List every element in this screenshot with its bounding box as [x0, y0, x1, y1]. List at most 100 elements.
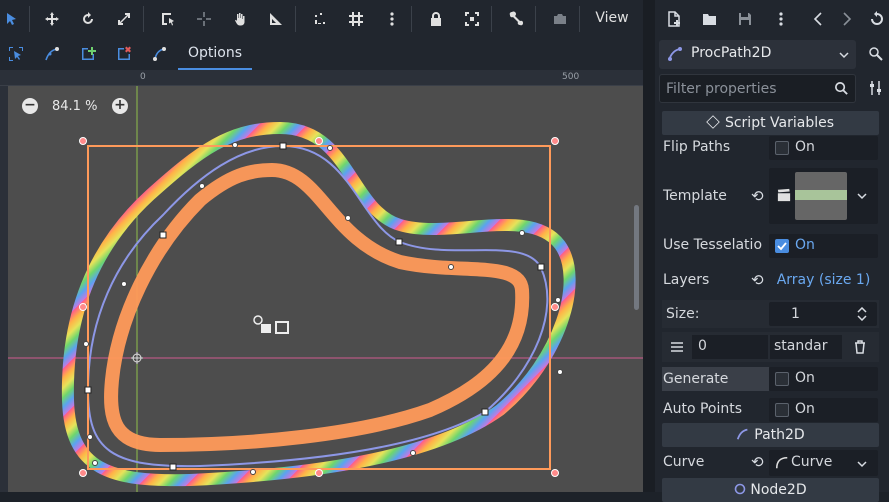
grid-snap-icon[interactable]	[344, 7, 368, 31]
prop-label-use-tesselation: Use Tesselatio	[663, 237, 763, 253]
control-points-icon[interactable]	[40, 42, 64, 66]
index-value: 0	[698, 338, 707, 354]
checkbox-label: On	[795, 370, 815, 386]
checkbox-label: On	[795, 401, 815, 417]
revert-icon[interactable]: ⟲	[751, 453, 764, 471]
orange-path	[104, 162, 530, 453]
size-spinbox[interactable]: 1	[769, 302, 877, 326]
section-path2d[interactable]: Path2D	[662, 423, 879, 447]
drag-handle-icon[interactable]	[670, 340, 684, 354]
prop-label-generate: Generate	[663, 371, 729, 387]
viewport-scrollbar[interactable]	[634, 205, 639, 310]
delete-point-icon[interactable]	[112, 42, 136, 66]
layer-resource-picker[interactable]: standar	[770, 335, 842, 359]
open-folder-icon[interactable]	[700, 9, 720, 29]
rotate-icon[interactable]	[76, 7, 100, 31]
zoom-out-button[interactable]: −	[22, 98, 38, 114]
flip-paths-checkbox[interactable]: On	[769, 136, 878, 160]
revert-icon[interactable]: ⟲	[751, 187, 764, 205]
add-point-icon[interactable]	[76, 42, 100, 66]
scale-icon[interactable]	[112, 7, 136, 31]
template-resource-picker[interactable]	[769, 168, 878, 224]
layers-array-button[interactable]: Array (size 1)	[769, 266, 878, 294]
inspector-options-icon[interactable]	[866, 78, 886, 98]
chevron-down-icon	[839, 52, 849, 59]
horizontal-ruler[interactable]: 0 500	[0, 70, 643, 86]
save-icon[interactable]	[735, 9, 755, 29]
move-icon[interactable]	[40, 7, 64, 31]
chevron-down-icon	[857, 461, 867, 468]
camera-icon[interactable]	[548, 7, 572, 31]
curve-icon	[775, 456, 788, 469]
pivot-icon[interactable]	[192, 7, 216, 31]
element-index[interactable]: 0	[692, 335, 768, 359]
history-forward-icon[interactable]	[836, 9, 856, 29]
property-list: Script Variables Flip Paths On Template …	[655, 108, 889, 502]
view-menu[interactable]: View	[587, 0, 637, 37]
ruler-icon[interactable]	[264, 7, 288, 31]
zoom-in-button[interactable]: +	[112, 98, 128, 114]
separator	[411, 6, 412, 32]
options-tab[interactable]: Options	[178, 37, 252, 70]
procpath-node-icon	[668, 47, 682, 61]
node-selector[interactable]: ProcPath2D	[659, 40, 856, 69]
select-points-icon[interactable]	[4, 42, 28, 66]
lock-icon[interactable]	[424, 7, 448, 31]
rainbow-path	[61, 121, 576, 487]
history-icon[interactable]	[867, 9, 887, 29]
path-canvas	[8, 86, 643, 492]
box-icon	[706, 115, 720, 129]
checkbox-icon	[775, 141, 789, 155]
prop-label-flip-paths: Flip Paths	[663, 139, 731, 155]
prop-label-layers: Layers	[663, 272, 710, 288]
filter-properties-input[interactable]	[666, 79, 826, 99]
bone-icon[interactable]	[504, 7, 528, 31]
script-icon[interactable]	[866, 44, 886, 64]
separator	[143, 6, 144, 32]
select-cursor-icon[interactable]	[0, 7, 24, 31]
section-script-variables[interactable]: Script Variables	[662, 111, 879, 135]
checkbox-label: On	[795, 139, 815, 155]
chevron-down-icon	[857, 193, 867, 200]
new-resource-icon[interactable]	[664, 9, 684, 29]
trash-icon[interactable]	[853, 340, 867, 354]
editor-toolbar: View	[0, 0, 643, 37]
checkbox-icon	[775, 372, 789, 386]
section-label: Script Variables	[724, 115, 835, 131]
separator	[295, 6, 296, 32]
prop-label-template: Template	[663, 188, 727, 204]
separator	[29, 6, 30, 32]
zoom-level[interactable]: 84.1 %	[52, 99, 97, 114]
list-select-icon[interactable]	[156, 7, 180, 31]
history-back-icon[interactable]	[809, 9, 829, 29]
checkbox-icon	[775, 403, 789, 417]
more-vertical-icon[interactable]	[380, 7, 404, 31]
checkbox-label: On	[795, 237, 815, 253]
separator	[579, 6, 580, 32]
path-toolbar: Options	[0, 37, 643, 70]
smart-snap-icon[interactable]	[308, 7, 332, 31]
scene-clapper-icon	[777, 188, 791, 202]
separator	[535, 6, 536, 32]
group-icon[interactable]	[460, 7, 484, 31]
revert-icon[interactable]: ⟲	[751, 271, 764, 289]
section-label: Path2D	[754, 427, 805, 443]
node-name: ProcPath2D	[691, 45, 772, 61]
generate-checkbox[interactable]: On	[769, 367, 878, 391]
node-lock-icon	[253, 315, 289, 334]
more-vertical-icon[interactable]	[771, 9, 791, 29]
2d-viewport[interactable]: − 84.1 % +	[8, 86, 643, 492]
checkbox-checked-icon	[775, 239, 789, 253]
auto-points-checkbox[interactable]: On	[769, 398, 878, 422]
pan-icon[interactable]	[228, 7, 252, 31]
use-tesselation-checkbox[interactable]: On	[769, 234, 878, 258]
dock-divider[interactable]	[643, 0, 655, 492]
close-curve-icon[interactable]	[148, 42, 172, 66]
template-thumbnail	[795, 172, 847, 220]
array-size-row: Size: 1	[662, 300, 879, 328]
prop-label-size: Size:	[666, 306, 700, 322]
vertical-ruler[interactable]	[0, 86, 8, 492]
curve-resource-picker[interactable]: Curve	[769, 450, 878, 476]
ruler-label: 0	[140, 72, 146, 82]
section-node2d[interactable]: Node2D	[662, 478, 879, 502]
